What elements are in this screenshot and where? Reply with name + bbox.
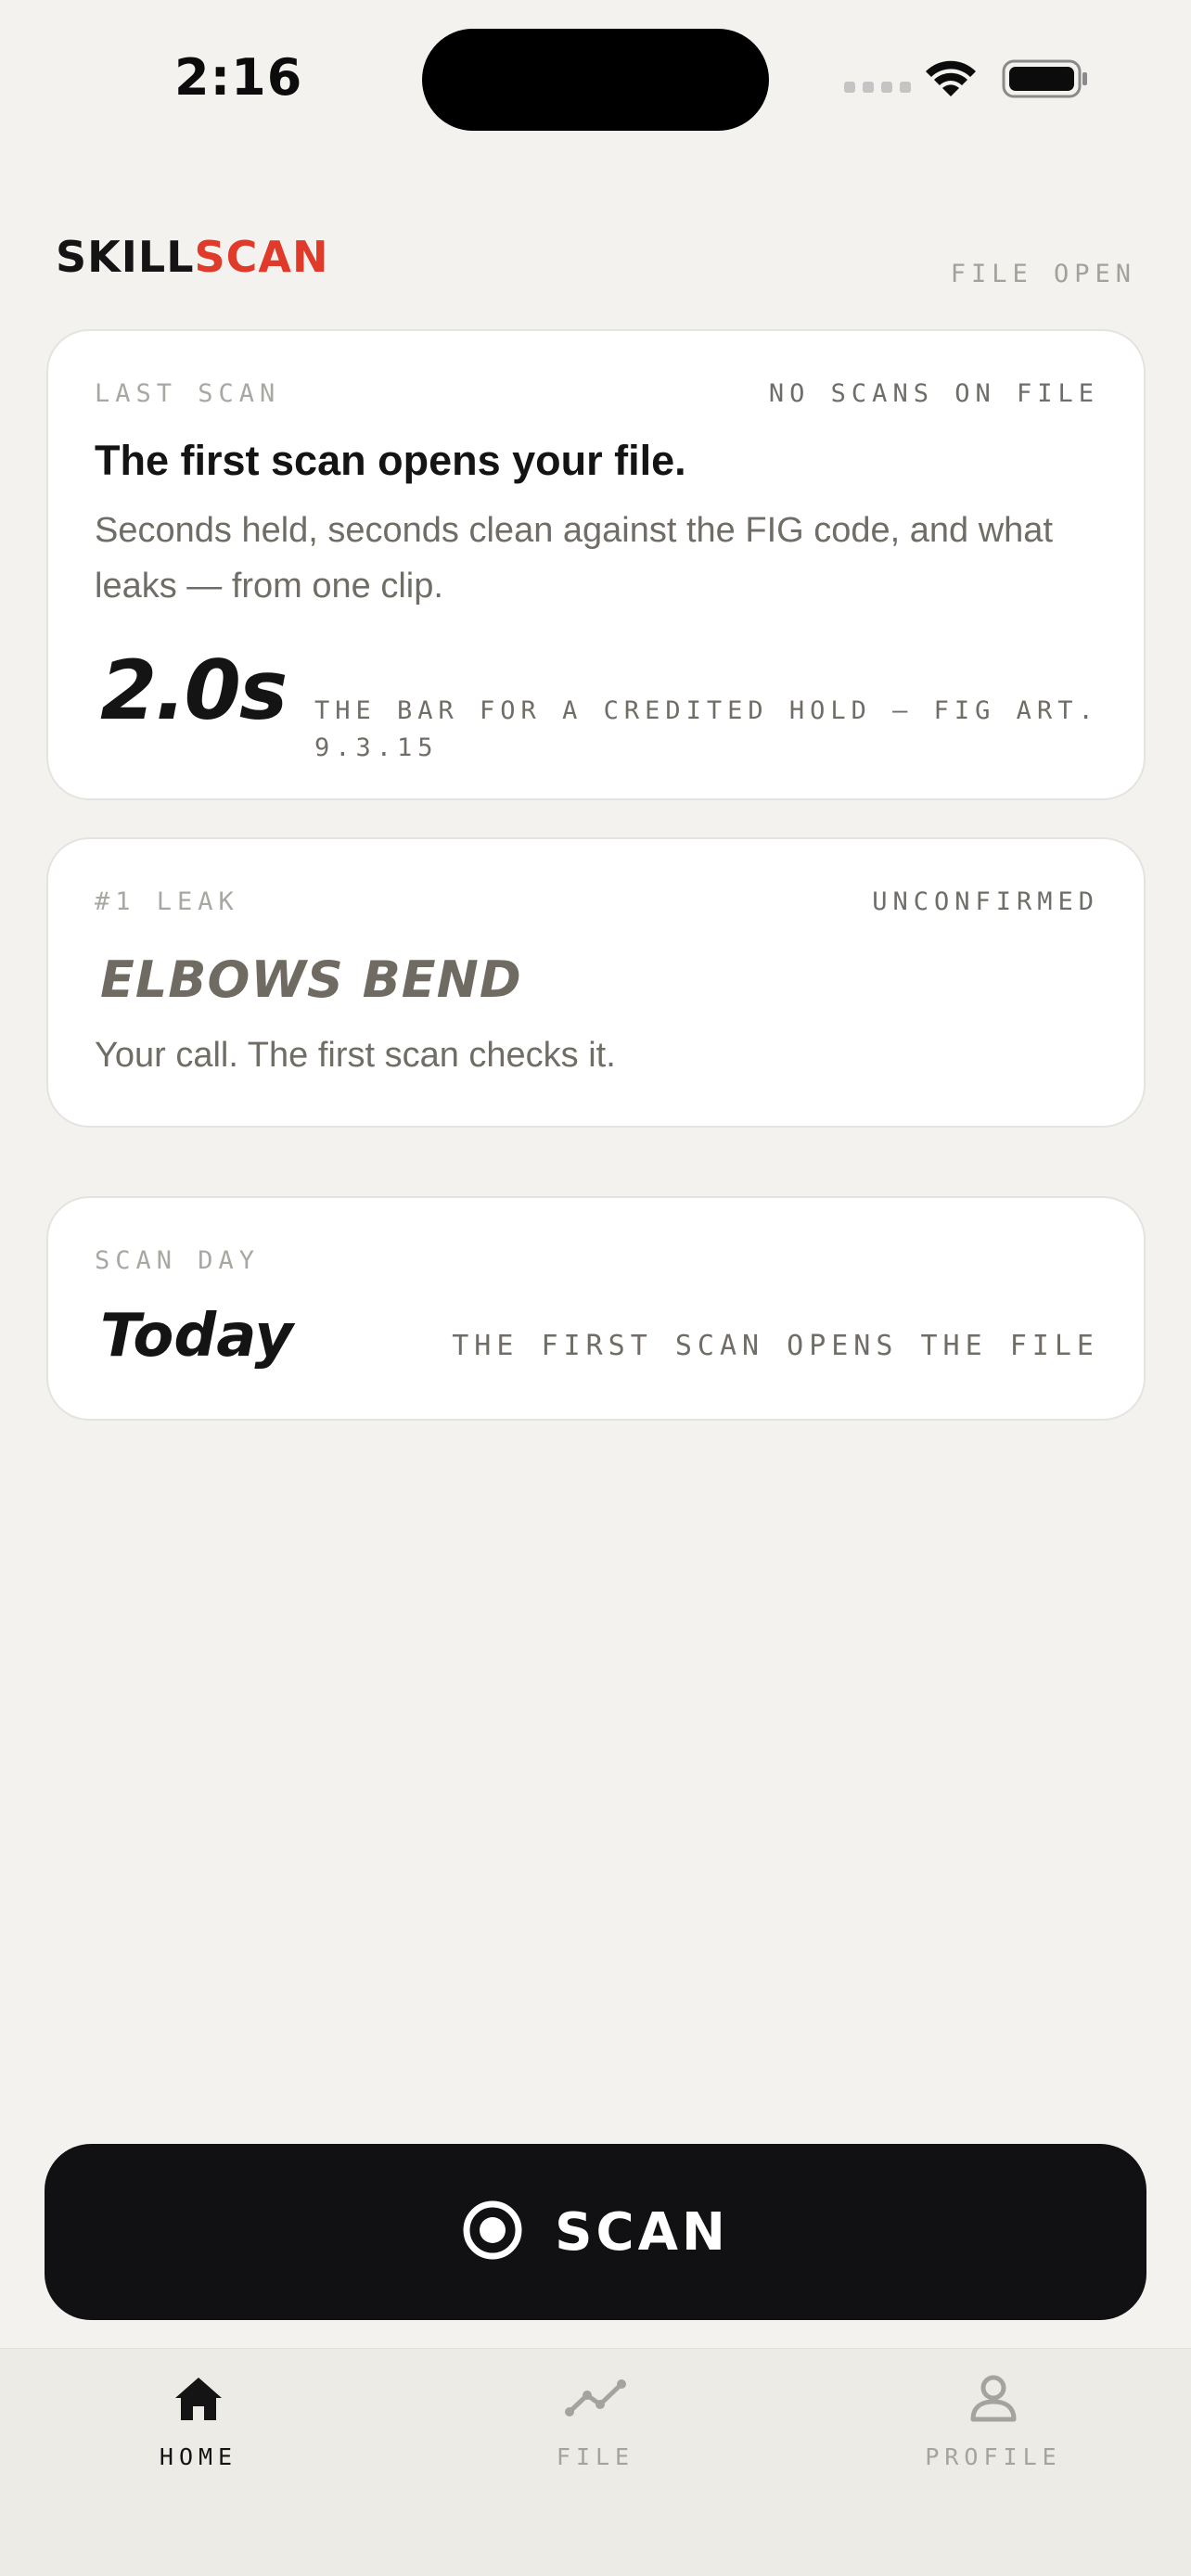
tab-home[interactable]: HOME <box>59 2349 338 2497</box>
person-icon <box>969 2371 1018 2427</box>
scan-day-caption: THE FIRST SCAN OPENS THE FILE <box>452 1330 1099 1362</box>
top-leak-label: #1 LEAK <box>95 887 239 916</box>
scan-button-label: SCAN <box>555 2201 729 2263</box>
battery-icon <box>1002 59 1089 103</box>
last-scan-label: LAST SCAN <box>95 379 281 408</box>
record-target-icon <box>462 2200 523 2265</box>
tab-file[interactable]: FILE <box>456 2349 735 2497</box>
trend-line-icon <box>565 2371 626 2427</box>
tab-profile[interactable]: PROFILE <box>854 2349 1133 2497</box>
cellular-signal-icon <box>844 82 911 93</box>
last-scan-card: LAST SCAN NO SCANS ON FILE The first sca… <box>46 329 1146 800</box>
tab-file-label: FILE <box>556 2443 635 2470</box>
scan-day-card: SCAN DAY Today THE FIRST SCAN OPENS THE … <box>46 1196 1146 1421</box>
tab-home-label: HOME <box>159 2443 238 2470</box>
top-leak-title: ELBOWS BEND <box>100 950 522 1009</box>
scan-day-value: Today <box>100 1302 294 1371</box>
dynamic-island <box>422 29 769 131</box>
last-scan-description: Seconds held, seconds clean against the … <box>95 511 1053 606</box>
scan-day-label: SCAN DAY <box>95 1246 261 1275</box>
home-icon <box>173 2371 224 2427</box>
status-bar-time: 2:16 <box>174 48 303 107</box>
app-logo: SKILLSCAN <box>56 232 329 282</box>
scan-button[interactable]: SCAN <box>45 2144 1146 2320</box>
hold-threshold-caption: THE BAR FOR A CREDITED HOLD — FIG ART. 9… <box>314 696 1099 762</box>
tab-bar: HOME FILE PROFILE <box>0 2348 1191 2576</box>
top-leak-status-tag: UNCONFIRMED <box>872 887 1099 916</box>
top-leak-card[interactable]: #1 LEAK UNCONFIRMED ELBOWS BEND Your cal… <box>46 837 1146 1128</box>
wifi-icon <box>922 56 980 103</box>
tab-profile-label: PROFILE <box>925 2443 1062 2470</box>
last-scan-headline: The first scan opens your file. <box>95 437 686 484</box>
top-leak-description: Your call. The first scan checks it. <box>95 1036 616 1075</box>
file-status: FILE OPEN <box>950 260 1136 288</box>
last-scan-status-tag: NO SCANS ON FILE <box>768 379 1099 408</box>
hold-threshold-value: 2.0s <box>100 643 288 738</box>
